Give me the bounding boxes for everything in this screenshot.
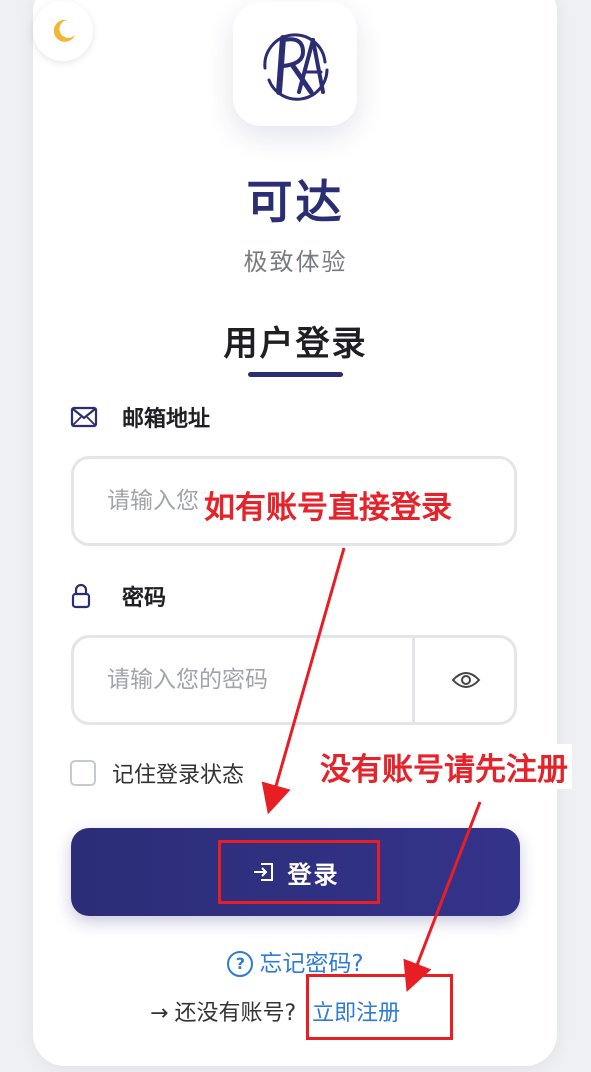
password-label-row: 密码: [70, 581, 166, 611]
arrow-right-icon: →: [150, 1001, 169, 1026]
title-underline: [248, 372, 343, 377]
email-label: 邮箱地址: [122, 407, 211, 432]
remember-me-label: 记住登录状态: [112, 763, 245, 788]
remember-me-row[interactable]: 记住登录状态: [70, 757, 244, 789]
app-subtitle: 极致体验: [243, 248, 348, 276]
annotation-register-hint: 没有账号请先注册: [316, 744, 572, 789]
mail-icon: [70, 406, 100, 428]
page-title: 用户登录: [223, 324, 368, 364]
moon-icon: [53, 19, 75, 42]
app-title: 可达: [246, 175, 345, 229]
ka-monogram-logo: [263, 33, 329, 101]
register-prompt: 还没有账号?: [174, 1001, 297, 1026]
app-logo: [233, 2, 357, 126]
lock-icon: [70, 582, 100, 610]
email-label-row: 邮箱地址: [70, 402, 210, 432]
annotation-login-hint: 如有账号直接登录: [200, 482, 456, 527]
remember-me-checkbox[interactable]: [70, 760, 96, 786]
annotation-box-register: [306, 974, 453, 1040]
toggle-password-visibility-button[interactable]: [415, 635, 517, 725]
password-field[interactable]: [74, 666, 439, 694]
password-label: 密码: [122, 586, 167, 611]
forgot-password-link[interactable]: ? 忘记密码?: [0, 944, 591, 978]
eye-icon: [451, 672, 481, 688]
theme-toggle-button[interactable]: [33, 1, 93, 61]
question-icon: ?: [227, 951, 254, 977]
annotation-box-login: [218, 840, 380, 904]
